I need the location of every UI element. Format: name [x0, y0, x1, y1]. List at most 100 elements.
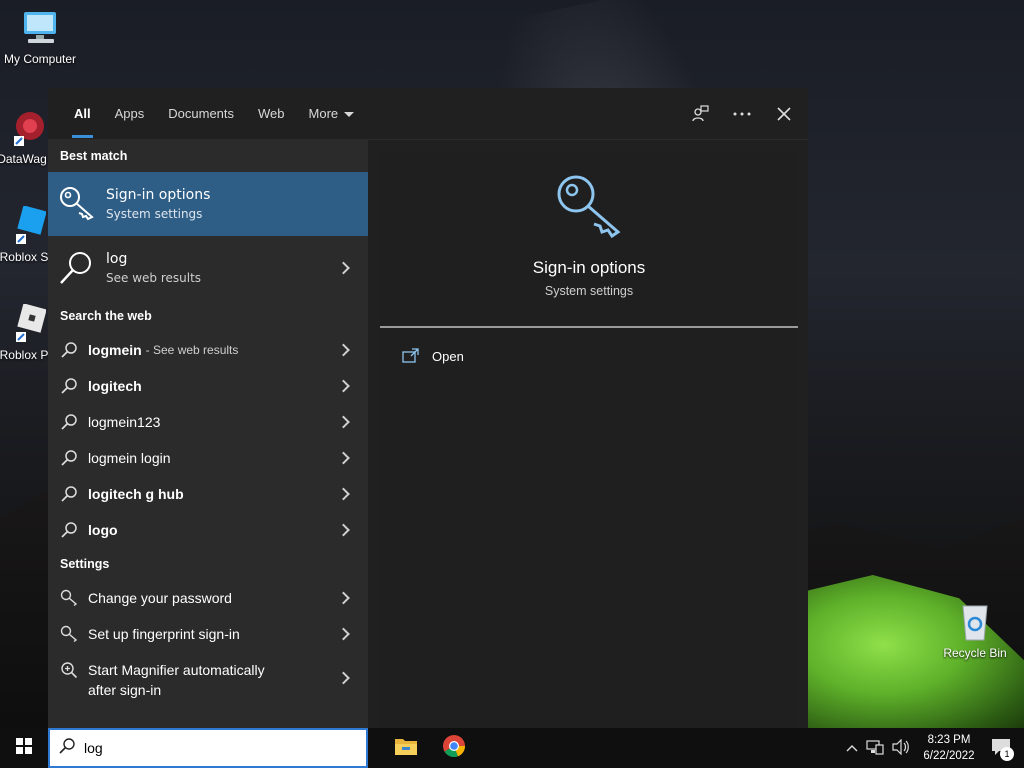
- key-icon: [554, 172, 624, 242]
- suggestion-text: logmein login: [88, 450, 171, 466]
- web-result-subtitle: See web results: [106, 271, 202, 285]
- chevron-right-icon: [337, 627, 350, 641]
- search-icon: [60, 485, 78, 503]
- chevron-right-icon: [337, 523, 350, 537]
- caret-down-icon: [344, 111, 355, 117]
- taskbar-search-box[interactable]: [48, 728, 368, 768]
- suggestion-suffix: - See web results: [145, 343, 239, 357]
- best-match-heading: Best match: [60, 149, 128, 163]
- more-options-icon[interactable]: [732, 104, 752, 124]
- web-suggestion-item[interactable]: logo: [48, 512, 368, 548]
- tab-more[interactable]: More: [297, 88, 367, 140]
- settings-item-label-line2: after sign-in: [88, 682, 162, 698]
- best-match-title: Sign-in options: [106, 187, 211, 203]
- taskbar-chrome[interactable]: [430, 728, 478, 768]
- close-icon[interactable]: [774, 104, 794, 124]
- feedback-icon[interactable]: [690, 104, 710, 124]
- chevron-right-icon: [337, 451, 350, 465]
- chevron-right-icon: [337, 415, 350, 429]
- tab-apps[interactable]: Apps: [103, 88, 157, 140]
- desktop-icon-my-computer[interactable]: My Computer: [0, 8, 80, 66]
- settings-item-label: Set up fingerprint sign-in: [88, 626, 240, 642]
- taskbar: 8:23 PM 6/22/2022 1: [0, 728, 1024, 768]
- desktop-icon-recycle-bin[interactable]: Recycle Bin: [935, 602, 1015, 660]
- clock[interactable]: 8:23 PM 6/22/2022: [918, 732, 980, 764]
- web-result-title: log: [106, 251, 128, 267]
- key-icon: [60, 589, 78, 607]
- tab-web[interactable]: Web: [246, 88, 297, 140]
- open-action[interactable]: Open: [380, 348, 798, 364]
- search-icon: [60, 377, 78, 395]
- roblox-player-icon: [2, 303, 47, 344]
- action-center-button[interactable]: 1: [988, 733, 1014, 763]
- settings-item-label: Change your password: [88, 590, 232, 606]
- chevron-right-icon: [337, 591, 350, 605]
- suggestion-text: logmein: [88, 342, 142, 358]
- key-icon: [58, 185, 96, 223]
- search-flyout: All Apps Documents Web More Best match S…: [48, 88, 808, 728]
- key-icon: [60, 625, 78, 643]
- folder-icon: [394, 736, 418, 760]
- roblox-studio-icon: [2, 205, 47, 246]
- chevron-right-icon: [337, 379, 350, 393]
- open-icon: [402, 348, 420, 364]
- detail-subtitle: System settings: [544, 284, 634, 298]
- suggestion-text: logitech g hub: [88, 486, 184, 502]
- chrome-icon: [442, 734, 466, 762]
- windows-logo-icon: [16, 738, 32, 758]
- settings-item-fingerprint[interactable]: Set up fingerprint sign-in: [48, 616, 368, 652]
- start-button[interactable]: [0, 728, 48, 768]
- settings-heading: Settings: [60, 557, 110, 571]
- recycle-bin-icon: [953, 602, 997, 642]
- search-icon: [60, 449, 78, 467]
- desktop-icon-label: Recycle Bin: [943, 646, 1007, 660]
- chevron-up-icon[interactable]: [846, 741, 858, 755]
- chevron-right-icon: [337, 487, 350, 501]
- suggestion-text: logmein123: [88, 414, 161, 430]
- settings-item-change-password[interactable]: Change your password: [48, 580, 368, 616]
- web-suggestion-item[interactable]: logmein123: [48, 404, 368, 440]
- search-icon: [60, 521, 78, 539]
- web-suggestion-item[interactable]: logmein login: [48, 440, 368, 476]
- web-suggestion-item[interactable]: logitech: [48, 368, 368, 404]
- chevron-right-icon: [337, 261, 350, 275]
- search-icon: [60, 413, 78, 431]
- web-suggestion-item[interactable]: logitech g hub: [48, 476, 368, 512]
- tab-documents[interactable]: Documents: [156, 88, 246, 140]
- web-result-item[interactable]: log See web results: [48, 236, 368, 300]
- system-tray: 8:23 PM 6/22/2022 1: [846, 728, 1024, 768]
- volume-icon[interactable]: [892, 738, 910, 758]
- search-input[interactable]: [84, 740, 344, 756]
- detail-title: Sign-in options: [532, 258, 646, 277]
- settings-item-magnifier[interactable]: Start Magnifier automatically after sign…: [48, 652, 368, 704]
- clock-date: 6/22/2022: [923, 750, 975, 762]
- network-icon[interactable]: [866, 739, 884, 758]
- search-scope-tabs: All Apps Documents Web More: [48, 88, 808, 140]
- clock-time: 8:23 PM: [927, 734, 971, 746]
- taskbar-file-explorer[interactable]: [382, 728, 430, 768]
- tab-more-label: More: [308, 105, 339, 121]
- detail-divider: [380, 326, 798, 328]
- computer-icon: [18, 8, 62, 48]
- search-icon: [60, 341, 78, 359]
- best-match-item[interactable]: Sign-in options System settings: [48, 172, 368, 236]
- datawag-icon: [0, 108, 44, 148]
- flyout-toolbar: [690, 88, 794, 140]
- suggestion-text: logitech: [88, 378, 142, 394]
- search-web-heading: Search the web: [60, 309, 152, 323]
- chevron-right-icon: [337, 343, 350, 357]
- results-list: Best match Sign-in options System settin…: [48, 140, 368, 728]
- search-icon: [58, 249, 96, 287]
- best-match-subtitle: System settings: [106, 207, 203, 221]
- settings-item-label: Start Magnifier automatically: [88, 662, 265, 678]
- notification-count-badge: 1: [1000, 747, 1014, 761]
- web-suggestion-item[interactable]: logmein - See web results: [48, 332, 368, 368]
- chevron-right-icon: [337, 671, 350, 685]
- suggestion-text: logo: [88, 522, 118, 538]
- open-label: Open: [432, 348, 464, 364]
- tab-all[interactable]: All: [62, 88, 103, 140]
- desktop-icon-label: My Computer: [3, 52, 77, 66]
- search-icon: [58, 737, 76, 759]
- result-detail-pane: Sign-in options System settings Open: [380, 152, 798, 728]
- magnifier-icon: [60, 661, 78, 679]
